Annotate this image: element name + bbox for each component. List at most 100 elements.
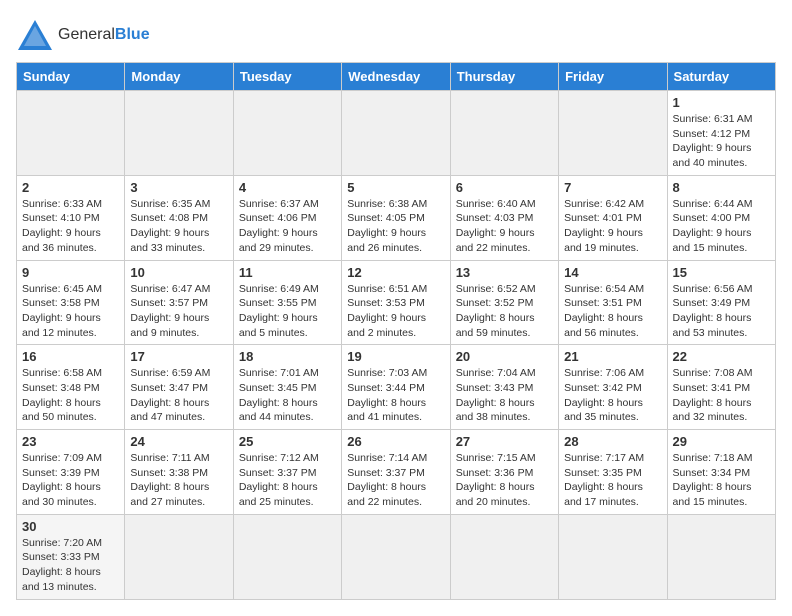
logo: GeneralBlue xyxy=(16,16,150,54)
day-info: Sunrise: 7:04 AMSunset: 3:43 PMDaylight:… xyxy=(456,366,553,425)
day-info: Sunrise: 7:12 AMSunset: 3:37 PMDaylight:… xyxy=(239,451,336,510)
day-number: 30 xyxy=(22,519,119,534)
weekday-header-monday: Monday xyxy=(125,63,233,91)
day-info: Sunrise: 6:59 AMSunset: 3:47 PMDaylight:… xyxy=(130,366,227,425)
calendar-cell: 5Sunrise: 6:38 AMSunset: 4:05 PMDaylight… xyxy=(342,175,450,260)
day-number: 23 xyxy=(22,434,119,449)
calendar-cell: 8 Sunrise: 6:44 AMSunset: 4:00 PMDaylight… xyxy=(667,175,775,260)
day-info: Sunrise: 7:11 AMSunset: 3:38 PMDaylight:… xyxy=(130,451,227,510)
day-number: 19 xyxy=(347,349,444,364)
calendar-row: 23 Sunrise: 7:09 AMSunset: 3:39 PMDayligh… xyxy=(17,430,776,515)
day-info: Sunrise: 7:09 AMSunset: 3:39 PMDaylight:… xyxy=(22,451,119,510)
day-number: 2 xyxy=(22,180,119,195)
calendar-cell: 15 Sunrise: 6:56 AMSunset: 3:49 PMDayligh… xyxy=(667,260,775,345)
day-info: Sunrise: 6:49 AMSunset: 3:55 PMDaylight:… xyxy=(239,282,336,341)
day-number: 17 xyxy=(130,349,227,364)
day-number: 15 xyxy=(673,265,770,280)
calendar-cell: 11 Sunrise: 6:49 AMSunset: 3:55 PMDayligh… xyxy=(233,260,341,345)
header: GeneralBlue xyxy=(16,16,776,54)
calendar-cell: 2 Sunrise: 6:33 AMSunset: 4:10 PMDaylight… xyxy=(17,175,125,260)
day-info: Sunrise: 7:18 AMSunset: 3:34 PMDaylight:… xyxy=(673,451,770,510)
day-number: 18 xyxy=(239,349,336,364)
calendar-row: 30Sunrise: 7:20 AMSunset: 3:33 PMDayligh… xyxy=(17,514,776,599)
day-info: Sunrise: 6:37 AMSunset: 4:06 PMDaylight:… xyxy=(239,197,336,256)
day-info: Sunrise: 6:42 AMSunset: 4:01 PMDaylight:… xyxy=(564,197,661,256)
day-info: Sunrise: 6:56 AMSunset: 3:49 PMDaylight:… xyxy=(673,282,770,341)
day-info: Sunrise: 6:58 AMSunset: 3:48 PMDaylight:… xyxy=(22,366,119,425)
logo-icon xyxy=(16,16,54,54)
calendar-cell: 26 Sunrise: 7:14 AMSunset: 3:37 PMDayligh… xyxy=(342,430,450,515)
calendar-cell: 19 Sunrise: 7:03 AMSunset: 3:44 PMDayligh… xyxy=(342,345,450,430)
day-info: Sunrise: 7:03 AMSunset: 3:44 PMDaylight:… xyxy=(347,366,444,425)
calendar-cell xyxy=(233,514,341,599)
day-info: Sunrise: 7:17 AMSunset: 3:35 PMDaylight:… xyxy=(564,451,661,510)
calendar-cell: 28 Sunrise: 7:17 AMSunset: 3:35 PMDayligh… xyxy=(559,430,667,515)
day-info: Sunrise: 6:35 AMSunset: 4:08 PMDaylight:… xyxy=(130,197,227,256)
day-number: 9 xyxy=(22,265,119,280)
calendar-cell xyxy=(342,91,450,176)
calendar-cell: 7 Sunrise: 6:42 AMSunset: 4:01 PMDaylight… xyxy=(559,175,667,260)
day-info: Sunrise: 7:08 AMSunset: 3:41 PMDaylight:… xyxy=(673,366,770,425)
calendar-cell xyxy=(559,91,667,176)
calendar-cell: 21 Sunrise: 7:06 AMSunset: 3:42 PMDayligh… xyxy=(559,345,667,430)
weekday-header-wednesday: Wednesday xyxy=(342,63,450,91)
day-number: 8 xyxy=(673,180,770,195)
calendar-header-row: SundayMondayTuesdayWednesdayThursdayFrid… xyxy=(17,63,776,91)
calendar-cell xyxy=(450,91,558,176)
calendar-row: 2 Sunrise: 6:33 AMSunset: 4:10 PMDaylight… xyxy=(17,175,776,260)
calendar-cell: 3Sunrise: 6:35 AMSunset: 4:08 PMDaylight… xyxy=(125,175,233,260)
calendar-cell: 6Sunrise: 6:40 AMSunset: 4:03 PMDaylight… xyxy=(450,175,558,260)
calendar-cell: 13Sunrise: 6:52 AMSunset: 3:52 PMDayligh… xyxy=(450,260,558,345)
calendar-cell: 12 Sunrise: 6:51 AMSunset: 3:53 PMDayligh… xyxy=(342,260,450,345)
day-number: 5 xyxy=(347,180,444,195)
calendar-cell: 18 Sunrise: 7:01 AMSunset: 3:45 PMDayligh… xyxy=(233,345,341,430)
calendar-cell: 22Sunrise: 7:08 AMSunset: 3:41 PMDayligh… xyxy=(667,345,775,430)
day-info: Sunrise: 6:47 AMSunset: 3:57 PMDaylight:… xyxy=(130,282,227,341)
calendar-cell xyxy=(233,91,341,176)
weekday-header-saturday: Saturday xyxy=(667,63,775,91)
calendar-cell xyxy=(342,514,450,599)
day-info: Sunrise: 6:51 AMSunset: 3:53 PMDaylight:… xyxy=(347,282,444,341)
calendar-row: 16 Sunrise: 6:58 AMSunset: 3:48 PMDayligh… xyxy=(17,345,776,430)
day-number: 13 xyxy=(456,265,553,280)
day-info: Sunrise: 7:06 AMSunset: 3:42 PMDaylight:… xyxy=(564,366,661,425)
day-number: 25 xyxy=(239,434,336,449)
day-info: Sunrise: 7:15 AMSunset: 3:36 PMDaylight:… xyxy=(456,451,553,510)
day-info: Sunrise: 7:01 AMSunset: 3:45 PMDaylight:… xyxy=(239,366,336,425)
day-info: Sunrise: 6:33 AMSunset: 4:10 PMDaylight:… xyxy=(22,197,119,256)
calendar-cell: 20 Sunrise: 7:04 AMSunset: 3:43 PMDayligh… xyxy=(450,345,558,430)
day-info: Sunrise: 6:31 AMSunset: 4:12 PMDaylight:… xyxy=(673,112,770,171)
day-info: Sunrise: 7:14 AMSunset: 3:37 PMDaylight:… xyxy=(347,451,444,510)
calendar-cell: 1Sunrise: 6:31 AMSunset: 4:12 PMDaylight… xyxy=(667,91,775,176)
day-number: 14 xyxy=(564,265,661,280)
day-number: 16 xyxy=(22,349,119,364)
day-info: Sunrise: 6:44 AMSunset: 4:00 PMDaylight:… xyxy=(673,197,770,256)
calendar-cell: 30Sunrise: 7:20 AMSunset: 3:33 PMDayligh… xyxy=(17,514,125,599)
calendar-cell: 29 Sunrise: 7:18 AMSunset: 3:34 PMDayligh… xyxy=(667,430,775,515)
calendar-cell: 17 Sunrise: 6:59 AMSunset: 3:47 PMDayligh… xyxy=(125,345,233,430)
calendar-cell: 14 Sunrise: 6:54 AMSunset: 3:51 PMDayligh… xyxy=(559,260,667,345)
calendar-cell xyxy=(559,514,667,599)
day-number: 6 xyxy=(456,180,553,195)
calendar-cell: 25 Sunrise: 7:12 AMSunset: 3:37 PMDayligh… xyxy=(233,430,341,515)
day-number: 11 xyxy=(239,265,336,280)
calendar-cell xyxy=(17,91,125,176)
calendar-cell: 16 Sunrise: 6:58 AMSunset: 3:48 PMDayligh… xyxy=(17,345,125,430)
calendar-cell: 23 Sunrise: 7:09 AMSunset: 3:39 PMDayligh… xyxy=(17,430,125,515)
day-number: 29 xyxy=(673,434,770,449)
calendar-row: 9Sunrise: 6:45 AMSunset: 3:58 PMDaylight… xyxy=(17,260,776,345)
calendar-cell xyxy=(125,514,233,599)
day-number: 20 xyxy=(456,349,553,364)
day-number: 12 xyxy=(347,265,444,280)
calendar-cell: 27 Sunrise: 7:15 AMSunset: 3:36 PMDayligh… xyxy=(450,430,558,515)
day-info: Sunrise: 6:54 AMSunset: 3:51 PMDaylight:… xyxy=(564,282,661,341)
day-number: 7 xyxy=(564,180,661,195)
calendar-cell: 4Sunrise: 6:37 AMSunset: 4:06 PMDaylight… xyxy=(233,175,341,260)
calendar-row: 1Sunrise: 6:31 AMSunset: 4:12 PMDaylight… xyxy=(17,91,776,176)
day-number: 21 xyxy=(564,349,661,364)
weekday-header-tuesday: Tuesday xyxy=(233,63,341,91)
day-number: 27 xyxy=(456,434,553,449)
calendar-cell: 10Sunrise: 6:47 AMSunset: 3:57 PMDayligh… xyxy=(125,260,233,345)
day-number: 26 xyxy=(347,434,444,449)
day-number: 28 xyxy=(564,434,661,449)
